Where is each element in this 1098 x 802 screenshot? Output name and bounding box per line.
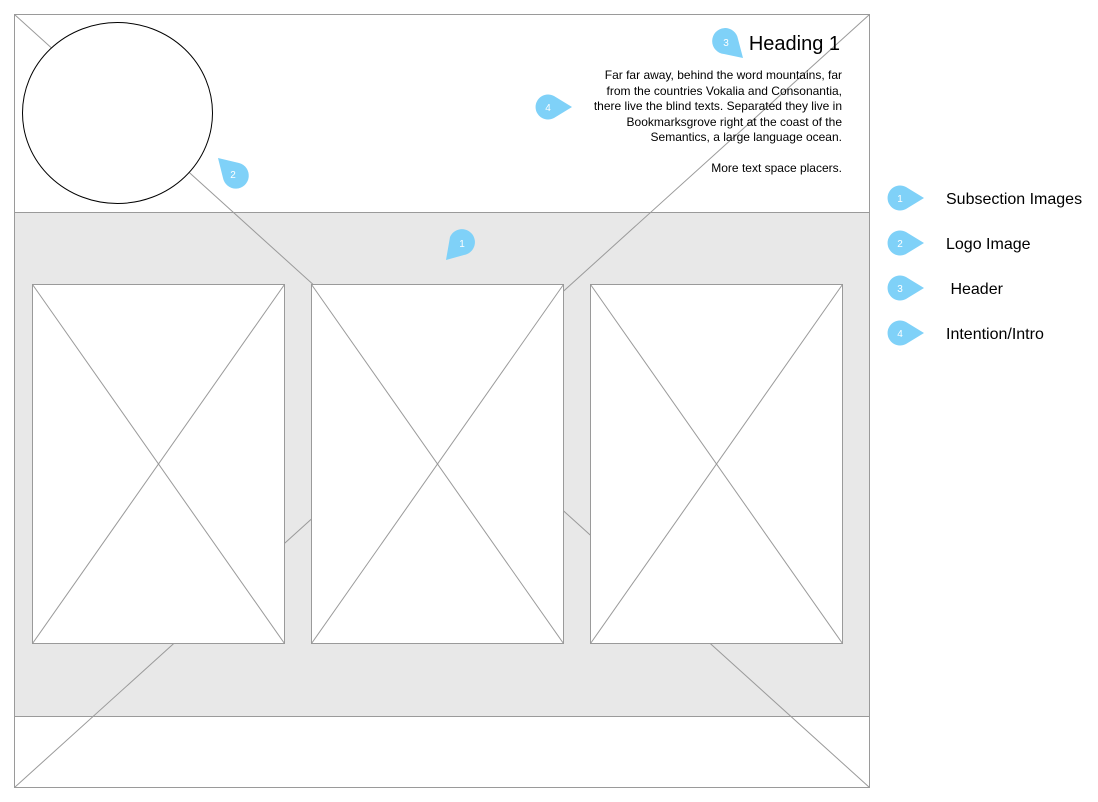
legend-label-header: Header [946, 281, 1003, 298]
legend-marker-1: 1 [887, 185, 924, 211]
subsection-image-2 [311, 284, 564, 644]
legend-marker-number: 2 [897, 239, 903, 250]
intro-paragraph: Far far away, behind the word mountains,… [593, 68, 842, 144]
page-heading: Heading 1 [748, 33, 840, 55]
logo-image-circle [22, 22, 213, 204]
wireframe-canvas: 1 2 3 4 1 2 3 4 [14, 14, 924, 788]
legend-label-logo-image: Logo Image [946, 236, 1031, 253]
legend-label-subsection-images: Subsection Images [946, 191, 1083, 208]
legend-label-intention-intro: Intention/Intro [946, 326, 1044, 343]
legend-pin-shape [887, 320, 924, 346]
more-text-paragraph: More text space placers. [711, 161, 842, 175]
intro-text-block: Far far away, behind the word mountains,… [582, 68, 842, 177]
legend-pin-shape [887, 185, 924, 211]
marker-number: 1 [459, 239, 465, 250]
legend-marker-4: 4 [887, 320, 924, 346]
legend-pin-shape [887, 230, 924, 256]
subsection-image-3 [590, 284, 843, 644]
legend-pin-shape [887, 275, 924, 301]
legend-marker-number: 4 [897, 329, 903, 340]
marker-number: 2 [230, 170, 236, 181]
subsection-image-1 [32, 284, 285, 644]
legend-marker-2: 2 [887, 230, 924, 256]
marker-number: 4 [545, 103, 551, 114]
legend-marker-3: 3 [887, 275, 924, 301]
legend-marker-number: 1 [897, 194, 903, 205]
legend-marker-number: 3 [897, 284, 903, 295]
